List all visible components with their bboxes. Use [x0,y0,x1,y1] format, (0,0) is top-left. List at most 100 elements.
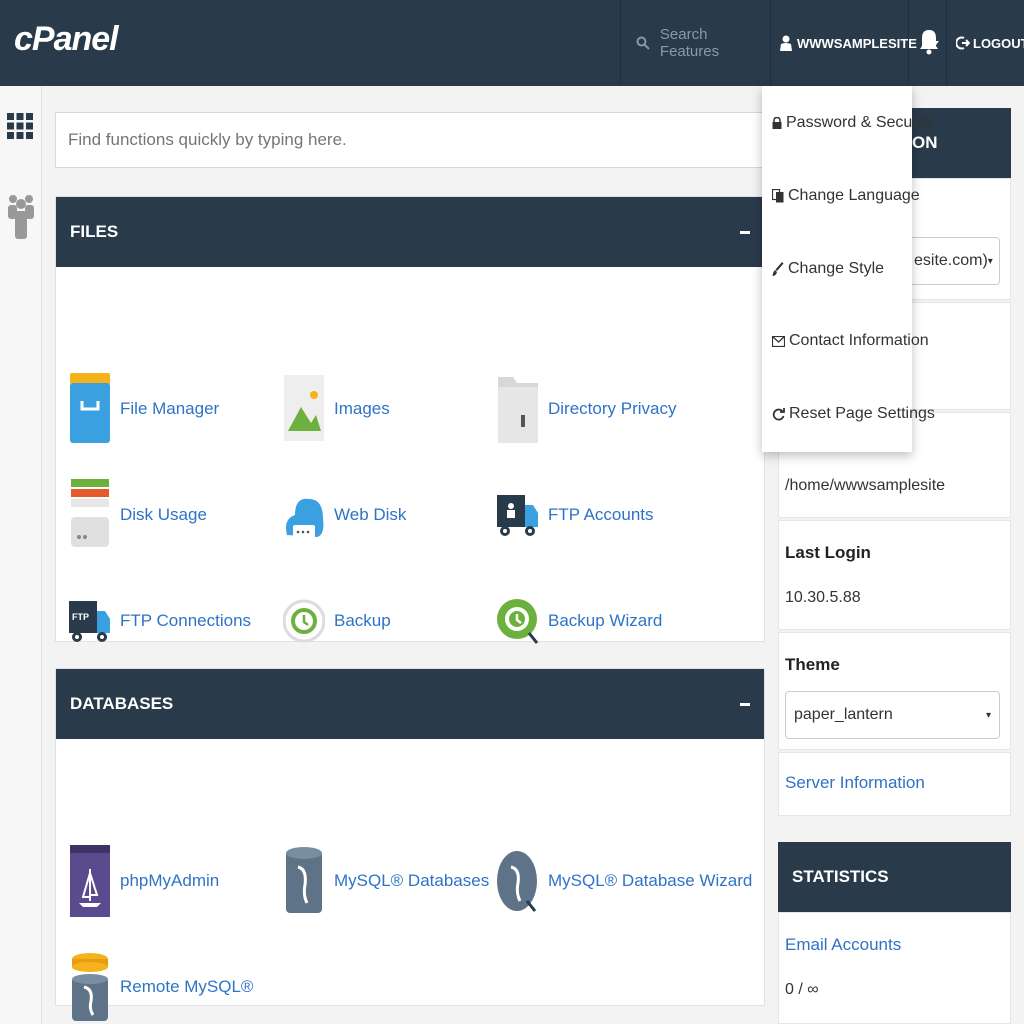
ftp-accounts-link[interactable]: FTP Accounts [496,479,654,551]
disk-usage-label: Disk Usage [120,505,207,524]
dropdown-item-change-language[interactable]: Change Language [772,181,920,211]
databases-panel-header[interactable]: DATABASES [56,669,764,739]
ftp-connections-label: FTP Connections [120,611,252,630]
navbar-divider [908,0,909,86]
images-link[interactable]: Images [282,373,390,445]
remote-mysql-link[interactable]: Remote MySQL® [68,951,253,1023]
statistics-block: Email Accounts 0 / ∞ [778,912,1011,1024]
cpanel-logo[interactable]: cPanel [14,20,119,59]
home-directory-value: /home/wwwsamplesite [785,477,946,494]
web-disk-link[interactable]: Web Disk [282,479,406,551]
web-disk-icon [282,479,326,551]
email-accounts-value: 0 / ∞ [785,981,819,998]
home-grid-icon[interactable] [6,112,36,142]
notifications-bell-icon[interactable] [918,24,940,58]
collapse-icon[interactable] [740,702,750,706]
logout-button[interactable]: LOGOUT [956,28,1024,58]
logout-icon [956,36,970,50]
images-label: Images [334,399,390,418]
remote-mysql-icon [68,951,112,1023]
last-login-value: 10.30.5.88 [785,589,861,606]
dropdown-item-label: Password & Security [786,114,934,131]
phpmyadmin-icon [68,845,112,917]
remote-mysql-label: Remote MySQL® [120,977,254,996]
select-caret-icon: ▾ [985,709,991,721]
mysql-databases-label: MySQL® Databases [334,871,490,890]
backup-wizard-icon [496,585,540,657]
dropdown-item-contact-information[interactable]: Contact Information [772,326,929,356]
quick-find-input[interactable] [55,112,771,168]
users-group-icon[interactable] [6,190,36,239]
user-icon [780,35,792,51]
disk-usage-link[interactable]: Disk Usage [68,479,207,551]
last-login-block: Last Login 10.30.5.88 [778,520,1011,630]
mysql-databases-icon [282,845,326,917]
ftp-connections-link[interactable]: FTP FTP Connections [68,585,251,657]
backup-wizard-link[interactable]: Backup Wizard [496,585,662,657]
databases-panel-title: DATABASES [70,694,174,713]
lock-icon [772,117,782,129]
file-manager-label: File Manager [120,399,220,418]
refresh-icon [772,407,785,420]
directory-privacy-label: Directory Privacy [548,399,677,418]
last-login-label: Last Login [785,543,871,562]
disk-usage-icon [68,479,112,551]
ftp-connections-icon: FTP [68,585,112,657]
theme-select[interactable]: paper_lantern ▾ [785,691,1000,739]
backup-icon [282,585,326,657]
web-disk-label: Web Disk [334,505,407,524]
backup-link[interactable]: Backup [282,585,391,657]
username-label: WWWSAMPLESITE [797,35,917,51]
server-information-block: Server Information [778,752,1011,816]
directory-privacy-link[interactable]: Directory Privacy [496,373,676,445]
collapse-icon[interactable] [740,230,750,234]
dropdown-item-password-security[interactable]: Password & Security [772,108,934,138]
phpmyadmin-label: phpMyAdmin [120,871,220,890]
server-information-link[interactable]: Server Information [785,773,925,793]
left-rail [0,86,42,1024]
search-features-placeholder[interactable]: Search Features [660,26,770,60]
statistics-header[interactable]: STATISTICS [778,842,1011,912]
phpmyadmin-link[interactable]: phpMyAdmin [68,845,219,917]
theme-label: Theme [785,655,840,674]
files-panel-title: FILES [70,222,119,241]
images-icon [282,373,326,445]
top-navbar: cPanel Search Features WWWSAMPLESITE LOG… [0,0,1024,86]
dropdown-item-reset-page-settings[interactable]: Reset Page Settings [772,399,935,429]
domain-select-value: esite.com) [914,252,988,269]
language-icon [772,189,784,203]
select-caret-icon: ▾ [987,255,993,267]
directory-privacy-icon [496,373,540,445]
dropdown-item-change-style[interactable]: Change Style [772,254,884,284]
mysql-database-wizard-link[interactable]: MySQL® Database Wizard [496,845,752,917]
mysql-database-wizard-icon [496,845,540,917]
dropdown-item-label: Contact Information [789,332,929,349]
navbar-divider [770,0,771,86]
email-accounts-link[interactable]: Email Accounts [785,935,901,955]
theme-block: Theme paper_lantern ▾ [778,632,1011,750]
paintbrush-icon [772,262,784,276]
backup-label: Backup [334,611,391,630]
dropdown-item-label: Reset Page Settings [789,405,935,422]
ftp-accounts-icon [496,479,540,551]
theme-select-value: paper_lantern [794,706,893,723]
mysql-databases-link[interactable]: MySQL® Databases [282,845,489,917]
backup-wizard-label: Backup Wizard [548,611,663,630]
navbar-divider [946,0,947,86]
dropdown-item-label: Change Language [788,187,920,204]
search-icon [636,36,650,50]
files-panel: FILES File Manager Images Directory Priv… [55,196,765,644]
dropdown-item-label: Change Style [788,260,885,277]
file-manager-link[interactable]: File Manager [68,373,219,445]
navbar-divider [620,0,621,86]
mysql-database-wizard-label: MySQL® Database Wizard [548,871,753,890]
files-panel-header[interactable]: FILES [56,197,764,267]
file-manager-icon [68,373,112,445]
svg-text:FTP: FTP [72,612,89,622]
ftp-accounts-label: FTP Accounts [548,505,654,524]
logout-label: LOGOUT [973,35,1024,51]
envelope-icon [772,335,785,347]
feature-search[interactable]: Search Features [636,26,770,60]
user-dropdown-menu: Password & Security Change Language Chan… [762,86,935,452]
databases-panel: DATABASES phpMyAdmin MySQL® Databases My… [55,668,765,1021]
